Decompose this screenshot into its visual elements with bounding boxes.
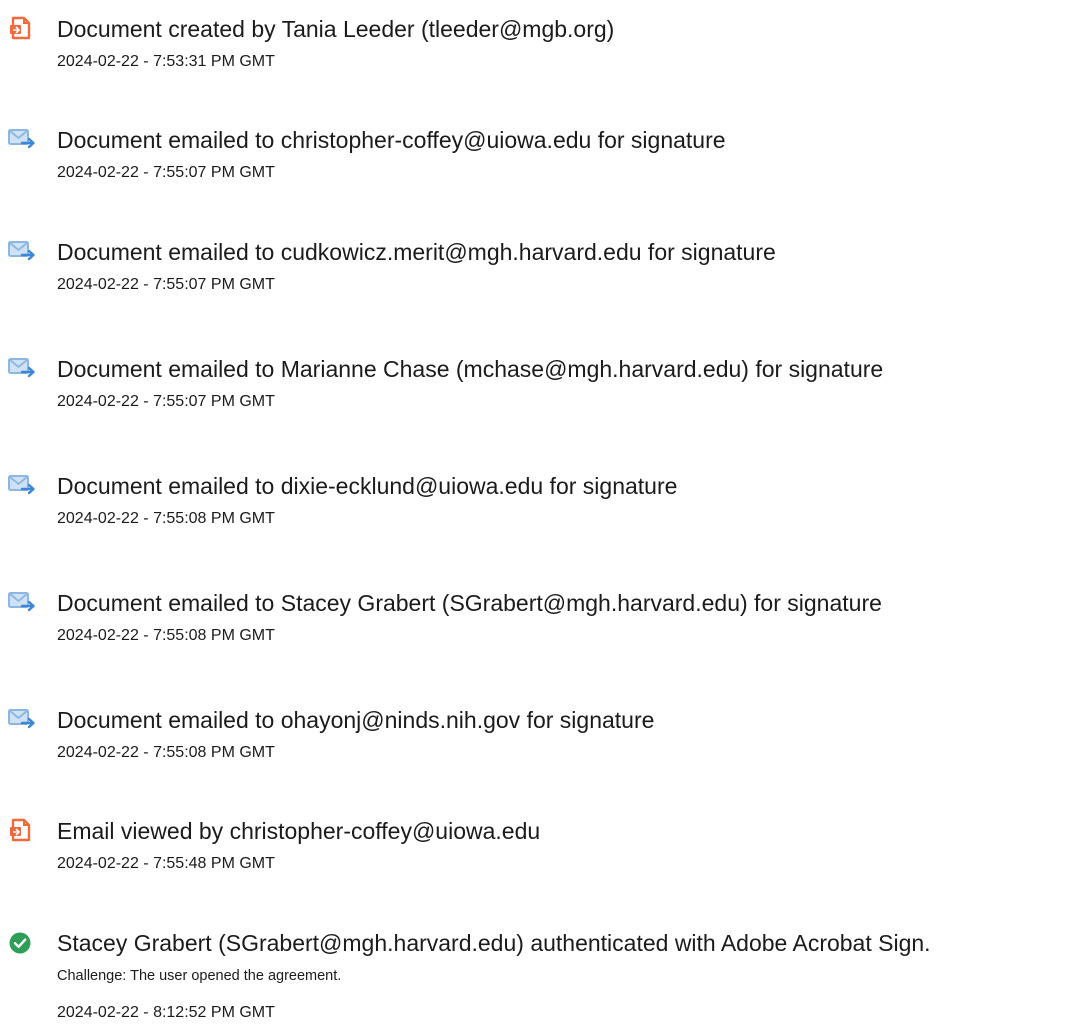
event-title: Document emailed to christopher-coffey@u…	[57, 127, 726, 153]
document-view-icon	[8, 817, 36, 843]
document-create-icon	[8, 15, 36, 41]
event-title: Document emailed to cudkowicz.merit@mgh.…	[57, 239, 776, 265]
event-title: Document emailed to Marianne Chase (mcha…	[57, 356, 884, 382]
event-title: Document emailed to ohayonj@ninds.nih.go…	[57, 707, 655, 733]
email-send-icon	[8, 472, 36, 498]
event-timestamp: 2024-02-22 - 7:55:08 PM GMT	[57, 510, 275, 527]
email-send-icon	[8, 126, 36, 152]
event-detail: Challenge: The user opened the agreement…	[57, 968, 342, 984]
event-title: Document emailed to Stacey Grabert (SGra…	[57, 590, 882, 616]
event-title: Stacey Grabert (SGrabert@mgh.harvard.edu…	[57, 930, 931, 956]
event-title: Document created by Tania Leeder (tleede…	[57, 16, 615, 42]
event-timestamp: 2024-02-22 - 7:55:48 PM GMT	[57, 855, 275, 872]
event-timestamp: 2024-02-22 - 8:12:52 PM GMT	[57, 1004, 275, 1021]
event-timestamp: 2024-02-22 - 7:55:07 PM GMT	[57, 164, 275, 181]
email-send-icon	[8, 706, 36, 732]
email-send-icon	[8, 238, 36, 264]
event-timestamp: 2024-02-22 - 7:55:08 PM GMT	[57, 627, 275, 644]
email-send-icon	[8, 355, 36, 381]
event-title: Email viewed by christopher-coffey@uiowa…	[57, 818, 541, 844]
check-circle-icon	[8, 930, 36, 956]
event-timestamp: 2024-02-22 - 7:53:31 PM GMT	[57, 53, 275, 70]
event-timestamp: 2024-02-22 - 7:55:08 PM GMT	[57, 744, 275, 761]
email-send-icon	[8, 589, 36, 615]
event-timestamp: 2024-02-22 - 7:55:07 PM GMT	[57, 276, 275, 293]
event-title: Document emailed to dixie-ecklund@uiowa.…	[57, 473, 678, 499]
event-timestamp: 2024-02-22 - 7:55:07 PM GMT	[57, 393, 275, 410]
